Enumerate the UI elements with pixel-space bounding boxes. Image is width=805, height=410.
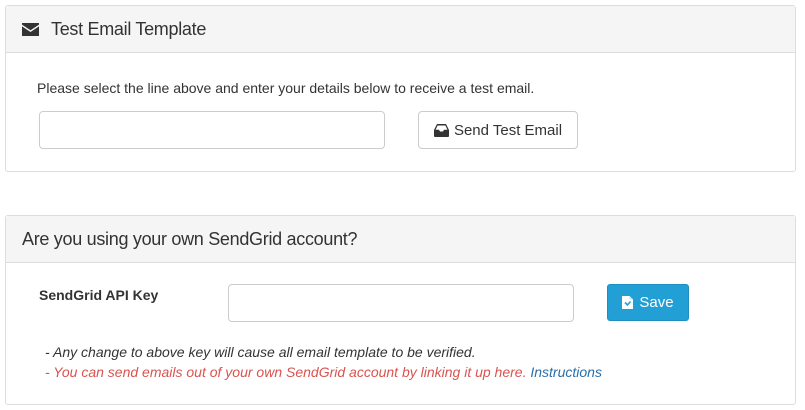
api-key-note: - Any change to above key will cause all…: [45, 344, 476, 360]
test-email-panel-title: Test Email Template: [51, 18, 207, 39]
sendgrid-link-note-text: - You can send emails out of your own Se…: [45, 364, 527, 380]
api-key-label: SendGrid API Key: [39, 287, 159, 303]
save-button-label: Save: [639, 294, 674, 311]
send-test-email-button[interactable]: Send Test Email: [418, 111, 578, 149]
test-email-panel: Test Email Template Please select the li…: [5, 5, 796, 172]
save-button[interactable]: Save: [607, 284, 689, 321]
test-email-panel-heading: Test Email Template: [6, 6, 795, 53]
envelope-icon: [22, 22, 39, 36]
file-save-icon: [622, 296, 634, 309]
sendgrid-panel-title: Are you using your own SendGrid account?: [22, 228, 358, 249]
api-key-input[interactable]: [228, 284, 574, 322]
test-email-help-text: Please select the line above and enter y…: [37, 80, 535, 96]
sendgrid-panel-heading: Are you using your own SendGrid account?: [6, 216, 795, 263]
sendgrid-panel: Are you using your own SendGrid account?…: [5, 215, 796, 405]
instructions-link[interactable]: Instructions: [530, 364, 602, 380]
test-email-input[interactable]: [39, 111, 385, 149]
sendgrid-link-note: - You can send emails out of your own Se…: [45, 364, 602, 380]
inbox-icon: [433, 123, 449, 137]
send-test-email-label: Send Test Email: [453, 121, 563, 139]
